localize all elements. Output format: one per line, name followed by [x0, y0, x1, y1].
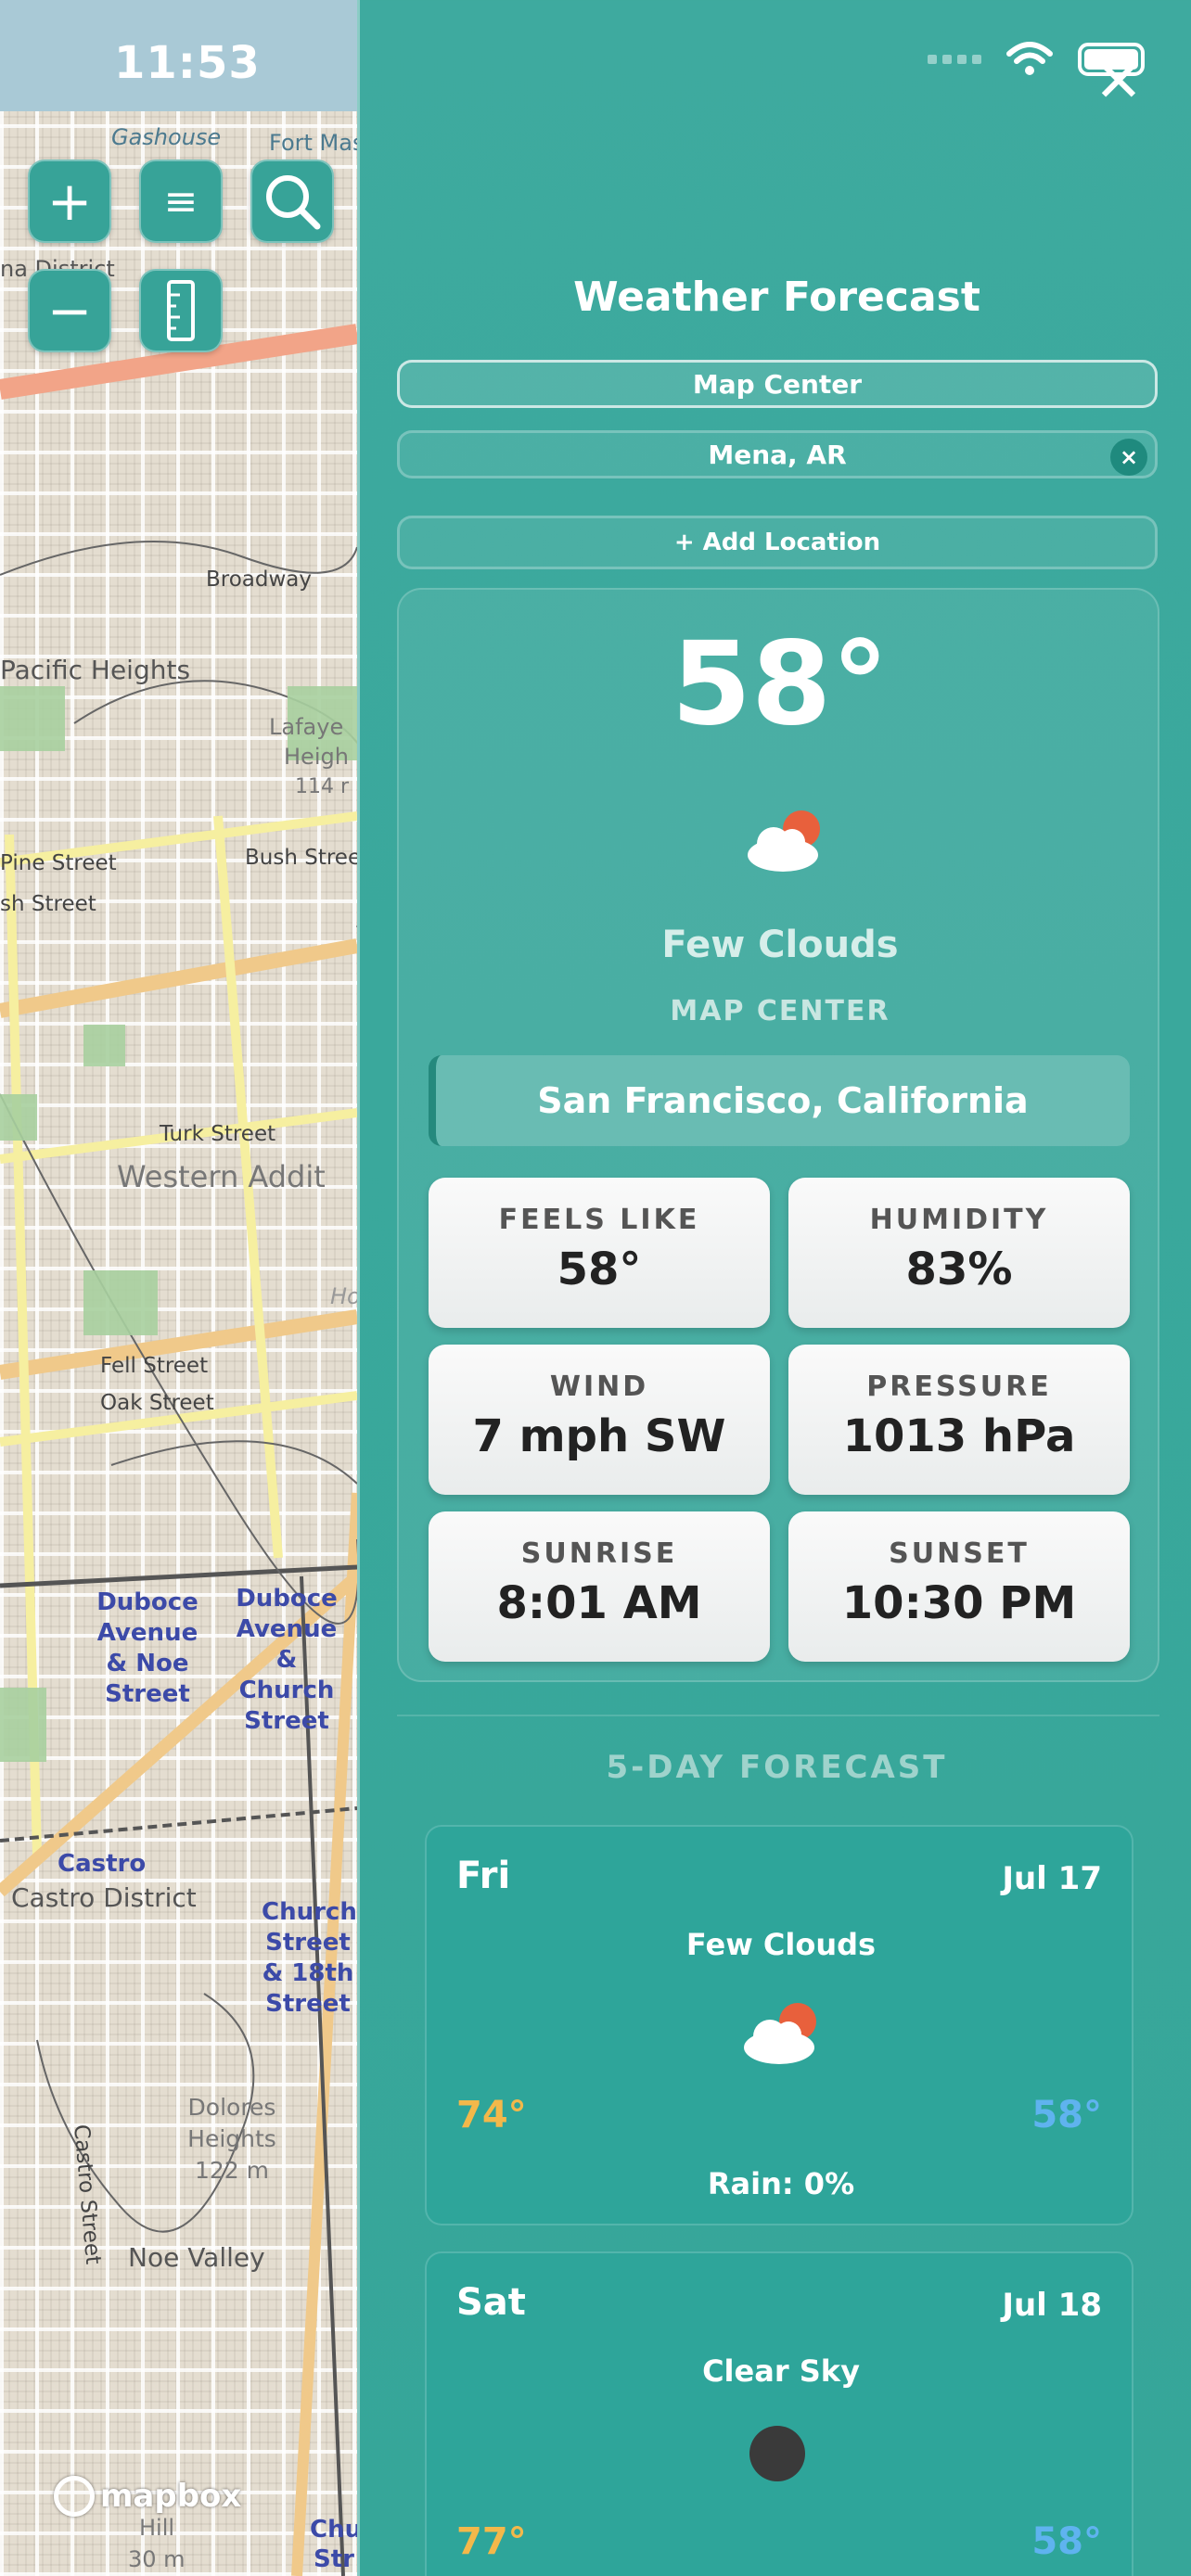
forecast-card-sat[interactable]: Sat Jul 18 Clear Sky 77° 58°	[425, 2251, 1133, 2576]
map-label-fell-street: Fell Street	[100, 1354, 209, 1378]
stat-value: 8:01 AM	[496, 1577, 702, 1629]
add-location-label: + Add Location	[673, 529, 881, 556]
map-label-fort-mason: Fort Mason	[269, 130, 357, 156]
zoom-out-button[interactable]: −	[28, 269, 111, 352]
wifi-icon	[1006, 42, 1053, 75]
forecast-day: Sat	[456, 2281, 526, 2324]
weather-panel: ✕ Weather Forecast Map Center Mena, AR ×…	[357, 0, 1191, 2576]
map-label-castro: Castro	[58, 1850, 147, 1878]
map-label-duboce-noe: Duboce Avenue & Noe Street	[96, 1588, 198, 1708]
status-time: 11:53	[114, 37, 261, 89]
ruler-icon	[167, 280, 195, 341]
current-source: MAP CENTER	[670, 995, 890, 1027]
stat-pressure: PRESSURE 1013 hPa	[788, 1345, 1130, 1495]
forecast-card-fri[interactable]: Fri Jul 17 Few Clouds 74° 58° Rain: 0%	[425, 1825, 1133, 2225]
status-indicators	[928, 41, 1145, 78]
current-weather-card: 58° Few Clouds MAP CENTER San Francisco,…	[397, 588, 1159, 1682]
forecast-low: 58°	[1031, 2094, 1102, 2136]
location-map-center-button[interactable]: Map Center	[397, 360, 1158, 408]
stat-sunset: SUNSET 10:30 PM	[788, 1511, 1130, 1662]
current-temperature: 58°	[671, 618, 890, 751]
map-label-elevation-30: 30 m	[128, 2546, 186, 2572]
search-icon	[266, 175, 321, 230]
remove-location-button[interactable]: ×	[1110, 439, 1147, 476]
map-label-oak-street: Oak Street	[100, 1391, 214, 1415]
stat-value: 7 mph SW	[472, 1410, 726, 1462]
measure-button[interactable]	[139, 269, 223, 352]
map-label-western-addition: Western Addit	[117, 1159, 326, 1194]
stat-value: 83%	[905, 1243, 1013, 1295]
menu-icon: ≡	[163, 177, 198, 225]
forecast-title: 5-DAY FORECAST	[606, 1749, 948, 1786]
cellular-signal-icon	[928, 55, 981, 64]
plus-icon: +	[46, 170, 93, 233]
stat-label: PRESSURE	[866, 1371, 1052, 1403]
forecast-rain: Rain: 0%	[707, 2166, 855, 2201]
mapbox-logo: mapbox	[54, 2476, 241, 2517]
map-label-noe-valley: Noe Valley	[128, 2242, 265, 2273]
battery-icon	[1078, 43, 1145, 76]
map-label-broadway: Broadway	[206, 567, 313, 592]
map-label-heights: Heigh	[284, 744, 349, 770]
stat-value: 1013 hPa	[842, 1410, 1076, 1462]
few-clouds-icon	[744, 2003, 816, 2064]
map-label-dolores-heights: Dolores Heights 122 m	[187, 2094, 276, 2184]
stat-value: 10:30 PM	[841, 1577, 1077, 1629]
map-label-sh-street: sh Street	[0, 892, 96, 916]
stat-label: FEELS LIKE	[498, 1204, 700, 1236]
zoom-in-button[interactable]: +	[28, 159, 111, 243]
map-label-pacific-heights: Pacific Heights	[0, 655, 191, 685]
search-button[interactable]	[250, 159, 334, 243]
location-label: Mena, AR	[708, 439, 847, 470]
stat-label: WIND	[549, 1371, 649, 1403]
add-location-button[interactable]: + Add Location	[397, 516, 1158, 569]
forecast-condition: Few Clouds	[685, 1927, 877, 1962]
map-label-gashouse: Gashouse	[111, 124, 222, 150]
forecast-day: Fri	[456, 1855, 511, 1897]
map-label-bush-street: Bush Stree	[245, 846, 357, 870]
stat-feels-like: FEELS LIKE 58°	[429, 1178, 770, 1328]
stat-value: 58°	[557, 1243, 642, 1295]
map-label-duboce-church: Duboce Avenue & Church Street	[236, 1585, 338, 1735]
stat-wind: WIND 7 mph SW	[429, 1345, 770, 1495]
forecast-date: Jul 18	[1002, 2287, 1102, 2324]
city-name: San Francisco, California	[537, 1080, 1029, 1121]
forecast-condition: Clear Sky	[702, 2353, 860, 2389]
forecast-high: 77°	[456, 2520, 527, 2563]
stat-sunrise: SUNRISE 8:01 AM	[429, 1511, 770, 1662]
map-roads	[0, 324, 357, 2576]
map-label-lafayette: Lafaye	[269, 714, 344, 740]
map-label-str: Str	[314, 2545, 354, 2573]
layers-menu-button[interactable]: ≡	[139, 159, 223, 243]
map-label-turk-street: Turk Street	[160, 1122, 276, 1146]
few-clouds-icon	[748, 810, 820, 872]
map-label-ho: Ho	[330, 1283, 357, 1309]
clear-night-icon	[749, 2426, 805, 2481]
current-city: San Francisco, California	[429, 1055, 1130, 1146]
map-label-castro-district: Castro District	[11, 1882, 197, 1913]
forecast-high: 74°	[456, 2094, 527, 2136]
forecast-low: 58°	[1031, 2520, 1102, 2563]
mapbox-logo-icon	[54, 2476, 95, 2517]
location-label: Map Center	[692, 368, 863, 400]
map-label-church-18th: Church Street & 18th Street	[262, 1898, 357, 2018]
minus-icon: −	[46, 279, 93, 342]
current-condition: Few Clouds	[661, 924, 899, 966]
stat-label: SUNRISE	[520, 1537, 678, 1570]
stat-label: SUNSET	[889, 1537, 1030, 1570]
stat-humidity: HUMIDITY 83%	[788, 1178, 1130, 1328]
stat-label: HUMIDITY	[869, 1204, 1049, 1236]
section-divider	[397, 1715, 1159, 1716]
map-label-hill: Hill	[139, 2515, 175, 2541]
location-mena-button[interactable]: Mena, AR ×	[397, 430, 1158, 478]
map-view[interactable]: Gashouse Fort Mason na District Broadway…	[0, 0, 357, 2576]
map-label-chu: Chu	[310, 2516, 357, 2544]
map-label-pine-street: Pine Street	[0, 851, 117, 875]
forecast-date: Jul 17	[1002, 1860, 1102, 1897]
mapbox-logo-text: mapbox	[100, 2478, 242, 2515]
panel-title: Weather Forecast	[573, 274, 980, 321]
map-label-elevation-114: 114 r	[295, 775, 350, 798]
